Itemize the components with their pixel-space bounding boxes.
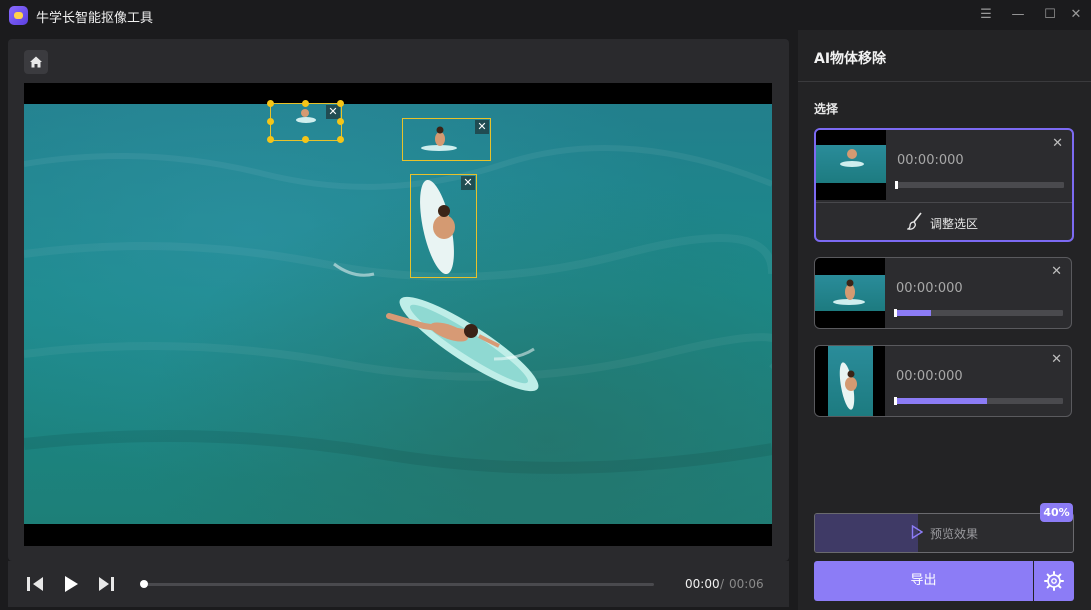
app-title: 牛学长智能抠像工具	[36, 11, 154, 26]
sidebar: AI物体移除 选择 00:00:000 ✕ 调整选区 00:00:000 ✕ 0…	[798, 30, 1091, 610]
preview-label: 预览效果	[930, 527, 979, 541]
maximize-icon[interactable]: ☐	[1040, 5, 1060, 25]
video-preview[interactable]: ✕ ✕ ✕	[24, 83, 772, 546]
preview-progress-fill	[815, 514, 919, 552]
home-button[interactable]	[24, 50, 48, 74]
sidebar-title: AI物体移除	[814, 51, 887, 67]
card-progress	[894, 309, 1063, 317]
surfer-small	[296, 109, 457, 151]
progress-badge: 40%	[1040, 503, 1073, 522]
close-icon[interactable]: ✕	[461, 176, 475, 190]
minimize-icon[interactable]: —	[1008, 5, 1028, 25]
prev-frame-icon[interactable]	[26, 575, 46, 593]
section-label: 选择	[814, 102, 839, 116]
menu-icon[interactable]: ☰	[976, 5, 996, 25]
adjust-selection-button[interactable]: 调整选区	[816, 202, 1072, 240]
time-separator: /	[720, 577, 725, 591]
adjust-selection-label: 调整选区	[930, 217, 979, 231]
selection-box-3[interactable]: ✕	[410, 174, 477, 278]
next-frame-icon[interactable]	[96, 575, 116, 593]
export-settings-button[interactable]	[1034, 561, 1074, 601]
sidebar-header: AI物体移除	[798, 30, 1091, 82]
card-progress-fill	[894, 398, 987, 404]
selection-card-3[interactable]: 00:00:000 ✕	[814, 345, 1072, 417]
timeline-knob[interactable]	[140, 580, 148, 588]
home-icon	[30, 56, 42, 68]
resize-handle[interactable]	[267, 118, 274, 125]
resize-handle[interactable]	[337, 136, 344, 143]
title-bar: 牛学长智能抠像工具 ☰ — ☐ ✕	[0, 0, 1091, 30]
timeline-track[interactable]	[144, 583, 654, 586]
video-panel: ✕ ✕ ✕	[8, 39, 789, 561]
card-progress	[894, 397, 1063, 405]
play-icon[interactable]	[62, 575, 80, 593]
resize-handle[interactable]	[337, 118, 344, 125]
close-icon[interactable]: ✕	[1051, 352, 1062, 367]
resize-handle[interactable]	[267, 100, 274, 107]
total-time: 00:06	[729, 577, 764, 591]
card-progress-fill	[894, 310, 932, 316]
thumbnail	[816, 130, 886, 200]
resize-handle[interactable]	[302, 100, 309, 107]
card-time: 00:00:000	[897, 153, 964, 168]
close-icon[interactable]: ✕	[1051, 264, 1062, 279]
selection-card-2[interactable]: 00:00:000 ✕	[814, 257, 1072, 329]
brush-icon	[907, 212, 922, 230]
playback-controls: 00:00 / 00:06	[8, 561, 789, 607]
card-time: 00:00:000	[896, 369, 963, 384]
close-icon[interactable]: ✕	[1052, 136, 1063, 151]
current-time: 00:00	[685, 577, 720, 591]
gear-icon	[1044, 571, 1064, 591]
export-button[interactable]: 导出	[814, 561, 1033, 601]
close-window-icon[interactable]: ✕	[1066, 5, 1086, 25]
app-logo-icon	[9, 6, 28, 25]
resize-handle[interactable]	[302, 136, 309, 143]
resize-handle[interactable]	[337, 100, 344, 107]
video-image	[24, 104, 772, 524]
close-icon[interactable]: ✕	[475, 120, 489, 134]
resize-handle[interactable]	[267, 136, 274, 143]
close-icon[interactable]: ✕	[326, 105, 340, 119]
card-progress	[895, 181, 1064, 189]
preview-button[interactable]: 预览效果	[814, 513, 1074, 553]
play-outline-icon	[911, 525, 923, 539]
thumbnail	[815, 346, 885, 416]
selection-box-2[interactable]: ✕	[402, 118, 491, 161]
thumbnail	[815, 258, 885, 328]
selection-card-1[interactable]: 00:00:000 ✕ 调整选区	[814, 128, 1074, 242]
card-time: 00:00:000	[896, 281, 963, 296]
